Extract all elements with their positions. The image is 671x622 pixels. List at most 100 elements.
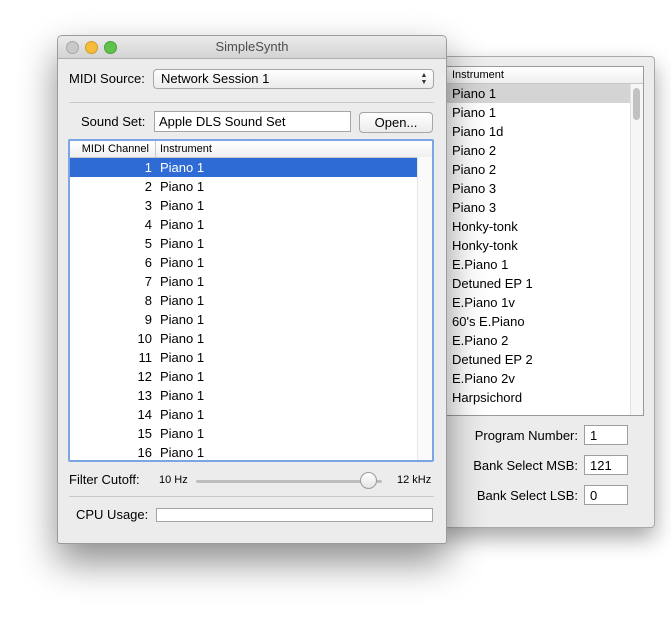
instrument-list-item[interactable]: E.Piano 1: [447, 255, 631, 274]
instrument-list-item[interactable]: E.Piano 2v: [447, 369, 631, 388]
table-row[interactable]: 11 Piano 1: [70, 348, 432, 367]
instrument-list-item[interactable]: E.Piano 1v: [447, 293, 631, 312]
channel-instrument: Piano 1: [160, 274, 205, 289]
channel-instrument: Piano 1: [160, 388, 205, 403]
table-row[interactable]: 9 Piano 1: [70, 310, 432, 329]
midi-channel-table[interactable]: MIDI Channel Instrument 1 Piano 1 2 Piano 1…: [68, 139, 434, 462]
channel-number: 12: [137, 369, 152, 384]
program-number-row: Program Number: 1: [440, 425, 654, 447]
channel-instrument: Piano 1: [160, 331, 205, 346]
instrument-list-item[interactable]: Detuned EP 2: [447, 350, 631, 369]
table-rows: 1 Piano 1 2 Piano 1 3 Piano 1 4 Piano 1 5 Piano 1…: [70, 158, 432, 460]
filter-min-label: 10 Hz: [159, 474, 188, 486]
channel-number: 1: [144, 160, 152, 175]
channel-number: 7: [144, 274, 152, 289]
filter-cutoff-slider-knob[interactable]: [359, 472, 377, 489]
channel-instrument: Piano 1: [160, 255, 205, 270]
instrument-list-item[interactable]: Detuned EP 1: [447, 274, 631, 293]
midi-source-popup[interactable]: Network Session 1 ▲ ▼: [153, 69, 434, 89]
channel-number: 2: [144, 179, 152, 194]
channel-number: 4: [144, 217, 152, 232]
instrument-list-item[interactable]: Piano 2: [447, 141, 631, 160]
minimize-button[interactable]: [85, 41, 98, 54]
table-row[interactable]: 8 Piano 1: [70, 291, 432, 310]
channel-instrument: Piano 1: [160, 179, 205, 194]
program-number-label: Program Number:: [474, 428, 578, 443]
column-header-midi-channel[interactable]: MIDI Channel: [70, 141, 156, 157]
cpu-usage-label: CPU Usage:: [76, 507, 149, 522]
channel-number: 14: [137, 407, 152, 422]
channel-number: 15: [137, 426, 152, 441]
channel-instrument: Piano 1: [160, 198, 205, 213]
instrument-list-item[interactable]: Piano 3: [447, 179, 631, 198]
title-bar[interactable]: SimpleSynth: [58, 36, 446, 59]
table-row[interactable]: 6 Piano 1: [70, 253, 432, 272]
channel-instrument: Piano 1: [160, 369, 205, 384]
instrument-list-item[interactable]: Piano 2: [447, 160, 631, 179]
instrument-list-item[interactable]: Piano 1: [447, 103, 631, 122]
sound-set-label: Sound Set:: [81, 114, 146, 129]
instrument-list-scroll-thumb[interactable]: [633, 88, 640, 120]
channel-instrument: Piano 1: [160, 426, 205, 441]
program-number-field[interactable]: 1: [584, 425, 628, 445]
channel-number: 16: [137, 445, 152, 460]
table-row[interactable]: 3 Piano 1: [70, 196, 432, 215]
instrument-list-item[interactable]: Piano 1: [447, 84, 631, 103]
sound-set-field[interactable]: Apple DLS Sound Set: [154, 111, 351, 132]
cpu-usage-bar: [156, 508, 433, 522]
channel-instrument: Piano 1: [160, 407, 205, 422]
separator-top: [69, 102, 434, 103]
close-button[interactable]: [66, 41, 79, 54]
table-row[interactable]: 7 Piano 1: [70, 272, 432, 291]
bank-lsb-row: Bank Select LSB: 0: [440, 485, 654, 507]
instrument-list-header[interactable]: Instrument: [447, 67, 643, 84]
table-row[interactable]: 2 Piano 1: [70, 177, 432, 196]
simplesynth-window: SimpleSynth MIDI Source: Network Session…: [57, 35, 447, 544]
channel-instrument: Piano 1: [160, 160, 205, 175]
channel-number: 8: [144, 293, 152, 308]
table-row[interactable]: 10 Piano 1: [70, 329, 432, 348]
bank-lsb-label: Bank Select LSB:: [476, 488, 578, 503]
table-header: MIDI Channel Instrument: [70, 141, 432, 158]
midi-source-value: Network Session 1: [161, 71, 270, 86]
channel-instrument: Piano 1: [160, 445, 205, 460]
instrument-list-item[interactable]: Piano 3: [447, 198, 631, 217]
table-row[interactable]: 5 Piano 1: [70, 234, 432, 253]
zoom-button[interactable]: [104, 41, 117, 54]
popup-arrows-icon: ▲ ▼: [420, 72, 428, 86]
filter-cutoff-slider[interactable]: [196, 480, 382, 483]
instrument-list-item[interactable]: Honky-tonk: [447, 217, 631, 236]
table-row[interactable]: 4 Piano 1: [70, 215, 432, 234]
channel-number: 3: [144, 198, 152, 213]
channel-instrument: Piano 1: [160, 217, 205, 232]
table-row[interactable]: 15 Piano 1: [70, 424, 432, 443]
table-row[interactable]: 1 Piano 1: [70, 158, 432, 177]
instrument-list-item[interactable]: E.Piano 2: [447, 331, 631, 350]
instrument-list[interactable]: Instrument Piano 1 Piano 1 Piano 1d Piano 2…: [446, 66, 644, 416]
channel-instrument: Piano 1: [160, 312, 205, 327]
table-row[interactable]: 16 Piano 1: [70, 443, 432, 460]
channel-number: 10: [137, 331, 152, 346]
instrument-list-item[interactable]: Honky-tonk: [447, 236, 631, 255]
bank-msb-label: Bank Select MSB:: [473, 458, 578, 473]
channel-number: 11: [138, 350, 153, 365]
table-row[interactable]: 12 Piano 1: [70, 367, 432, 386]
table-row[interactable]: 14 Piano 1: [70, 405, 432, 424]
bank-msb-field[interactable]: 121: [584, 455, 628, 475]
channel-instrument: Piano 1: [160, 350, 205, 365]
bank-lsb-field[interactable]: 0: [584, 485, 628, 505]
table-row[interactable]: 13 Piano 1: [70, 386, 432, 405]
instrument-list-item[interactable]: Piano 1d: [447, 122, 631, 141]
open-button[interactable]: Open...: [359, 112, 433, 133]
instrument-list-scrollbar[interactable]: [630, 84, 643, 415]
instrument-list-item[interactable]: 60's E.Piano: [447, 312, 631, 331]
channel-instrument: Piano 1: [160, 236, 205, 251]
channel-number: 13: [137, 388, 152, 403]
midi-source-label: MIDI Source:: [69, 71, 145, 86]
instrument-list-item[interactable]: Harpsichord: [447, 388, 631, 407]
channel-number: 5: [144, 236, 152, 251]
filter-cutoff-label: Filter Cutoff:: [69, 472, 140, 487]
column-header-instrument[interactable]: Instrument: [160, 141, 212, 157]
bank-msb-row: Bank Select MSB: 121: [440, 455, 654, 477]
table-scrollbar[interactable]: [417, 157, 432, 460]
